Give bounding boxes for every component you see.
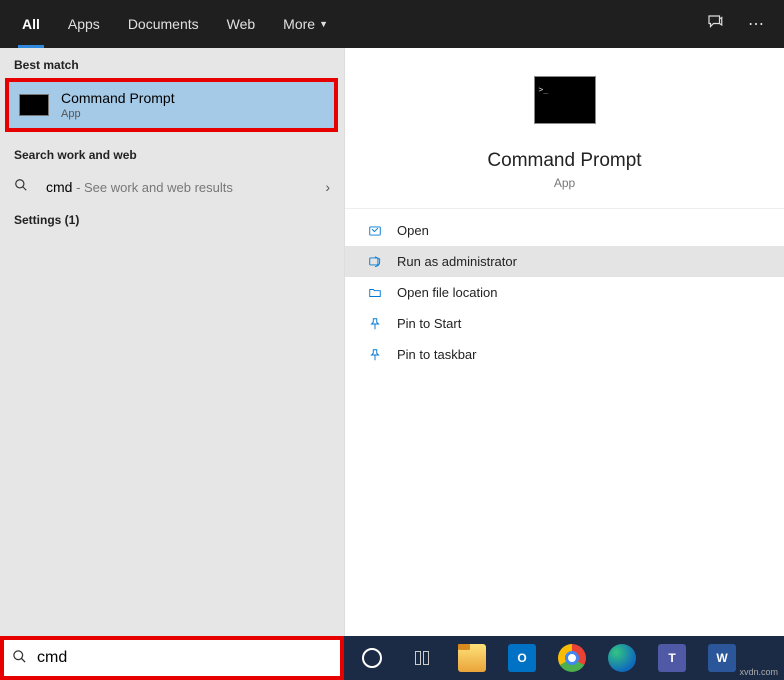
detail-title: Command Prompt (487, 150, 641, 172)
taskbar-taskview[interactable] (400, 638, 444, 678)
taskbar: O T W (344, 636, 784, 680)
tab-web[interactable]: Web (213, 0, 270, 48)
action-run-as-admin[interactable]: Run as administrator (345, 246, 784, 277)
search-icon (12, 649, 27, 667)
detail-panel: Command Prompt App Open Run as administr… (344, 48, 784, 680)
result-search-web[interactable]: cmd - See work and web results › (0, 168, 344, 205)
result-title: Command Prompt (61, 90, 175, 106)
action-location-label: Open file location (397, 285, 497, 300)
best-match-header: Best match (0, 48, 344, 78)
cortana-icon (362, 648, 382, 668)
search-input[interactable] (37, 649, 332, 667)
result-subtitle: App (61, 108, 175, 120)
teams-icon: T (658, 644, 686, 672)
taskbar-outlook[interactable]: O (500, 638, 544, 678)
open-icon (367, 224, 383, 238)
search-web-query: cmd (46, 179, 72, 195)
taskbar-chrome[interactable] (550, 638, 594, 678)
feedback-icon[interactable] (694, 13, 736, 36)
folder-icon (367, 286, 383, 300)
action-pin-start[interactable]: Pin to Start (345, 308, 784, 339)
search-web-hint: - See work and web results (72, 180, 232, 195)
search-icon (14, 178, 32, 195)
action-open[interactable]: Open (345, 215, 784, 246)
settings-header: Settings (1) (0, 205, 344, 235)
file-explorer-icon (458, 644, 486, 672)
tab-apps[interactable]: Apps (54, 0, 114, 48)
search-scope-tabs: All Apps Documents Web More ▼ ⋯ (0, 0, 784, 48)
command-prompt-icon (19, 94, 49, 116)
results-panel: Best match Command Prompt App Search wor… (0, 48, 344, 680)
taskbar-edge[interactable] (600, 638, 644, 678)
action-open-location[interactable]: Open file location (345, 277, 784, 308)
action-pin-taskbar[interactable]: Pin to taskbar (345, 339, 784, 370)
admin-icon (367, 255, 383, 269)
more-options-icon[interactable]: ⋯ (736, 14, 776, 34)
search-web-text: cmd - See work and web results (46, 179, 325, 195)
taskview-icon (415, 651, 429, 665)
taskbar-cortana[interactable] (350, 638, 394, 678)
search-bar[interactable] (0, 636, 344, 680)
detail-subtitle: App (554, 176, 575, 190)
taskbar-teams[interactable]: T (650, 638, 694, 678)
chrome-icon (558, 644, 586, 672)
command-prompt-large-icon (534, 76, 596, 124)
chevron-down-icon: ▼ (319, 19, 328, 29)
outlook-icon: O (508, 644, 536, 672)
action-pin-taskbar-label: Pin to taskbar (397, 347, 477, 362)
action-open-label: Open (397, 223, 429, 238)
watermark: xvdn.com (739, 667, 778, 677)
pin-icon (367, 317, 383, 331)
tab-all[interactable]: All (8, 0, 54, 48)
tab-more-label: More (283, 16, 315, 32)
taskbar-word[interactable]: W (700, 638, 744, 678)
search-web-header: Search work and web (0, 138, 344, 168)
word-icon: W (708, 644, 736, 672)
tab-documents[interactable]: Documents (114, 0, 213, 48)
action-pin-start-label: Pin to Start (397, 316, 461, 331)
taskbar-explorer[interactable] (450, 638, 494, 678)
edge-icon (608, 644, 636, 672)
chevron-right-icon: › (325, 179, 330, 195)
tab-more[interactable]: More ▼ (269, 0, 342, 48)
result-command-prompt[interactable]: Command Prompt App (5, 78, 338, 132)
pin-icon (367, 348, 383, 362)
action-admin-label: Run as administrator (397, 254, 517, 269)
